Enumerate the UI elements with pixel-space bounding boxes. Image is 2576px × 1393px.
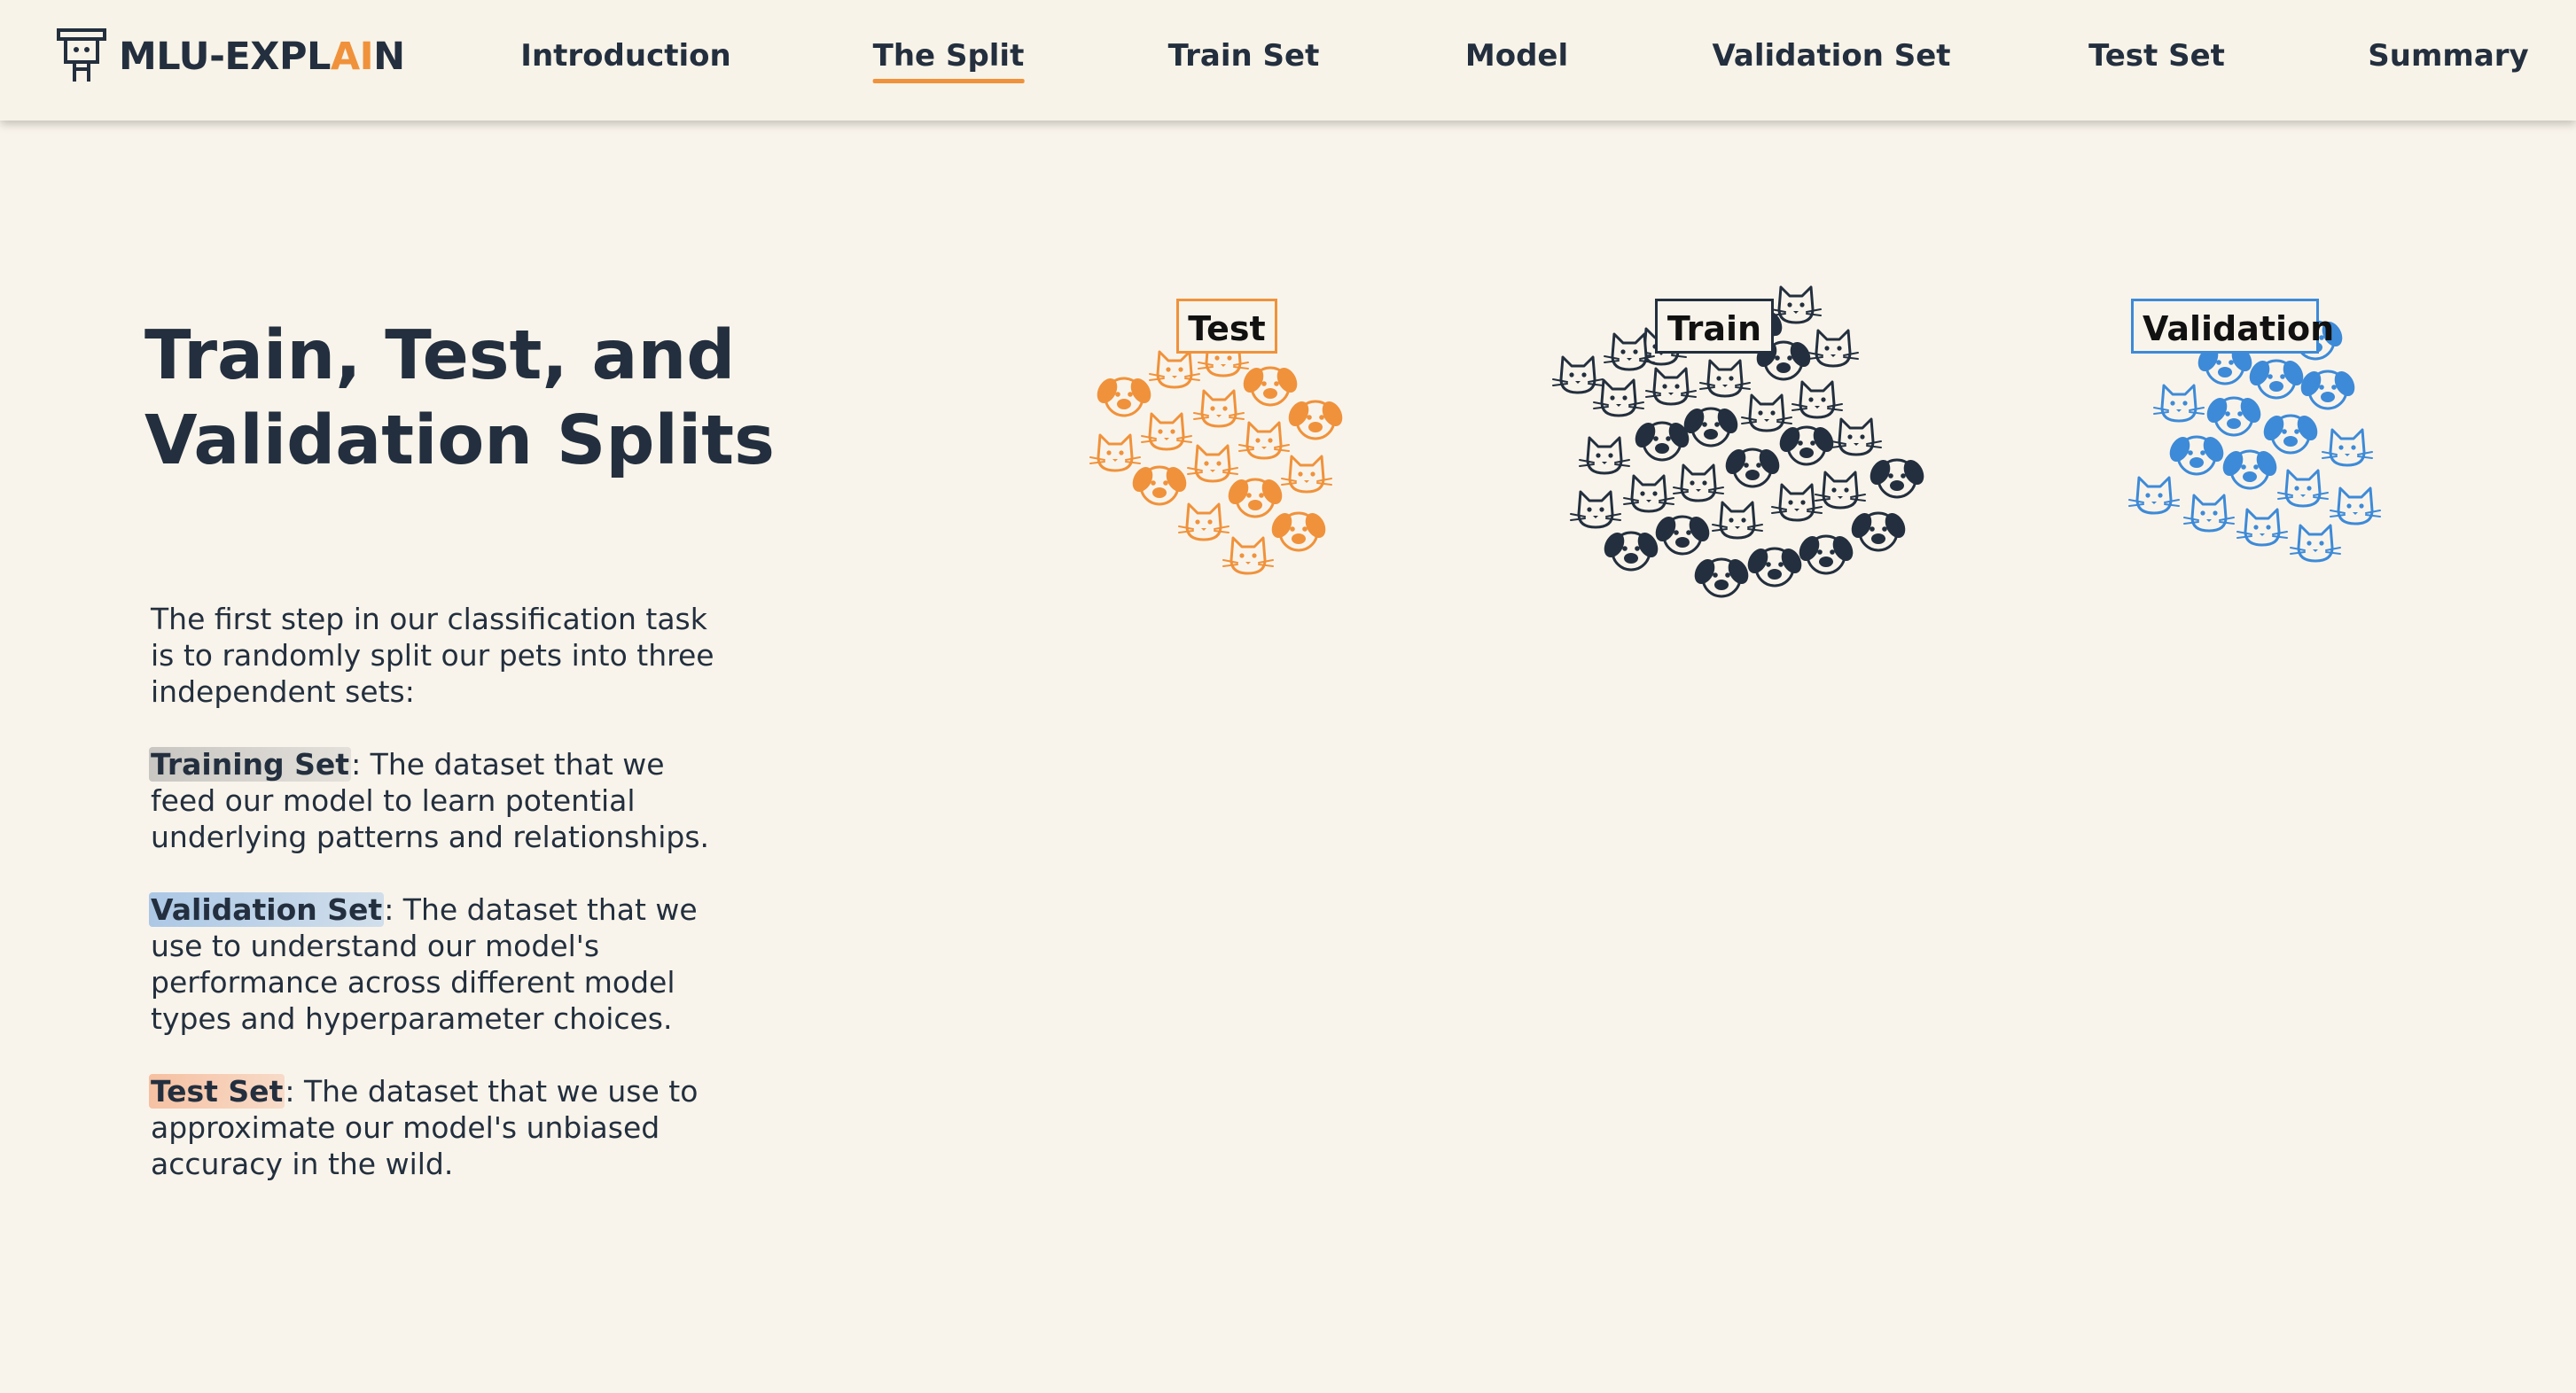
nav-validation-set[interactable]: Validation Set xyxy=(1712,34,1950,80)
cat-icon xyxy=(1178,502,1229,541)
dog-icon xyxy=(2206,396,2261,437)
cat-icon xyxy=(2322,428,2373,467)
robot-icon[interactable] xyxy=(53,25,110,85)
cat-icon xyxy=(2330,486,2381,525)
logo-text-main: MLU-EXPL xyxy=(119,35,331,79)
cat-icon xyxy=(1222,536,1274,575)
cat-icon xyxy=(1645,367,1697,406)
cat-icon xyxy=(1149,350,1200,389)
dog-icon xyxy=(1243,366,1298,407)
page-title: Train, Test, and Validation Splits xyxy=(144,316,775,480)
dog-icon xyxy=(1747,547,1802,588)
cat-icon xyxy=(2153,384,2205,423)
cat-icon xyxy=(1741,393,1792,432)
cat-icon xyxy=(1570,490,1621,529)
cat-icon xyxy=(1770,285,1822,324)
dog-icon xyxy=(1132,465,1187,506)
nav-train-set[interactable]: Train Set xyxy=(1168,34,1320,80)
cat-icon xyxy=(1238,421,1290,460)
definition-validation-set: Validation Set: The dataset that we use … xyxy=(149,891,727,1037)
dog-icon xyxy=(1725,447,1780,488)
cat-icon xyxy=(1712,501,1763,540)
dog-icon xyxy=(1635,421,1690,462)
cat-icon xyxy=(2183,494,2235,533)
dog-icon xyxy=(1604,531,1659,572)
cat-icon xyxy=(1815,471,1866,510)
top-nav-bar: MLU-EXPLAIN Introduction The Split Train… xyxy=(0,0,2576,121)
dog-icon xyxy=(2249,359,2304,400)
logo-text-end: N xyxy=(373,35,405,79)
cat-icon xyxy=(1771,483,1823,522)
term-training-set: Training Set xyxy=(149,747,352,782)
dog-icon xyxy=(1097,377,1151,417)
cat-icon xyxy=(1552,355,1604,394)
cat-icon xyxy=(2290,524,2341,563)
validation-group-label: Validation xyxy=(2131,299,2334,354)
cat-icon xyxy=(1831,417,1882,456)
dog-icon xyxy=(1870,458,1924,499)
train-group-label: Train xyxy=(1655,299,1774,354)
cat-icon xyxy=(1604,332,1655,371)
cat-icon xyxy=(1141,412,1192,451)
test-cluster xyxy=(1089,339,1343,575)
cat-icon xyxy=(1593,378,1644,417)
cat-icon xyxy=(1187,444,1238,483)
site-logo-text[interactable]: MLU-EXPLAIN xyxy=(119,30,405,83)
dog-icon xyxy=(2222,449,2277,490)
cat-icon xyxy=(1193,389,1245,428)
cat-icon xyxy=(1807,329,1859,368)
dog-icon xyxy=(1288,400,1343,440)
dog-icon xyxy=(1683,407,1738,447)
dog-icon xyxy=(2169,435,2224,476)
dog-icon xyxy=(1228,478,1283,518)
nav-the-split[interactable]: The Split xyxy=(872,34,1024,83)
cat-icon xyxy=(1281,455,1332,494)
cat-icon xyxy=(1089,433,1141,472)
dog-icon xyxy=(1694,557,1749,598)
cat-icon xyxy=(1673,463,1724,502)
intro-paragraph: The first step in our classification tas… xyxy=(151,602,714,709)
definition-training-set: Training Set: The dataset that we feed o… xyxy=(149,746,727,855)
term-test-set: Test Set xyxy=(149,1074,285,1109)
dog-icon xyxy=(1655,515,1710,556)
cat-icon xyxy=(1579,436,1630,475)
cat-icon xyxy=(2236,508,2288,547)
dog-icon xyxy=(1799,534,1854,575)
nav-introduction[interactable]: Introduction xyxy=(520,34,730,80)
cat-icon xyxy=(1623,474,1674,513)
definition-test-set: Test Set: The dataset that we use to app… xyxy=(149,1073,727,1182)
logo-text-accent: AI xyxy=(330,35,374,79)
nav-summary[interactable]: Summary xyxy=(2368,34,2528,80)
cat-icon xyxy=(1791,380,1843,419)
cat-icon xyxy=(2128,476,2180,515)
description-text: The first step in our classification tas… xyxy=(149,601,727,1218)
dog-icon xyxy=(2300,370,2355,410)
nav-test-set[interactable]: Test Set xyxy=(2088,34,2225,80)
term-validation-set: Validation Set xyxy=(149,892,385,927)
cat-icon xyxy=(2277,469,2329,508)
dog-icon xyxy=(1851,511,1906,552)
dog-icon xyxy=(1271,511,1326,552)
test-group-label: Test xyxy=(1176,299,1277,354)
dog-icon xyxy=(2263,414,2318,455)
nav-model[interactable]: Model xyxy=(1465,34,1568,80)
dog-icon xyxy=(1779,425,1834,466)
cat-icon xyxy=(1699,359,1751,398)
